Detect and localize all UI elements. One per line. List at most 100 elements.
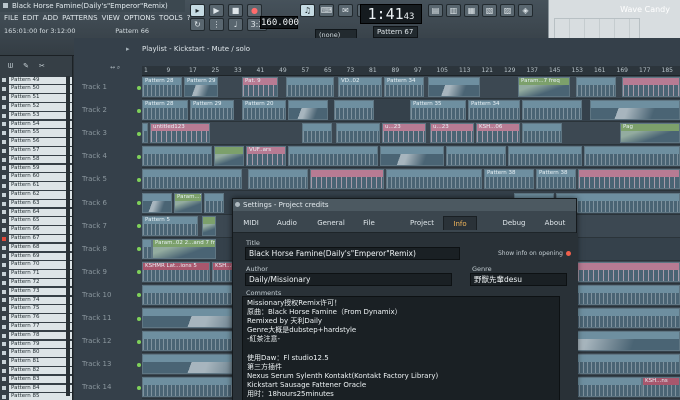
pattern-list-item[interactable]: Pattern 57 xyxy=(0,146,72,155)
pattern-clip[interactable]: VD..02 xyxy=(338,77,382,98)
pattern-list-item[interactable]: Pattern 83 xyxy=(0,375,72,384)
pattern-clip[interactable] xyxy=(522,123,562,144)
playlist-view-icon[interactable]: ▤ xyxy=(428,4,443,17)
pattern-list-item[interactable]: Pattern 53 xyxy=(0,111,72,120)
mixer-view-icon[interactable]: ▧ xyxy=(482,4,497,17)
track-header[interactable]: Track 2 xyxy=(82,99,142,122)
pattern-list-item[interactable]: Pattern 60 xyxy=(0,173,72,182)
menu-edit[interactable]: EDIT xyxy=(22,14,38,22)
pattern-clip[interactable] xyxy=(380,146,444,167)
pattern-list-item[interactable]: Pattern 71 xyxy=(0,270,72,279)
pattern-clip[interactable] xyxy=(590,100,680,121)
track-mute-icon[interactable] xyxy=(137,293,141,298)
pattern-clip[interactable]: Param...7 freq xyxy=(174,192,202,213)
menu-add[interactable]: ADD xyxy=(43,14,59,22)
track-mute-icon[interactable] xyxy=(137,385,141,390)
track-mute-icon[interactable] xyxy=(137,131,141,136)
menu-file[interactable]: FILE xyxy=(4,14,18,22)
pattern-clip[interactable] xyxy=(578,169,680,190)
plugin-icon[interactable]: ◈ xyxy=(518,4,533,17)
track-lane[interactable]: VUF..ars xyxy=(142,145,680,169)
pattern-list-item[interactable]: Pattern 64 xyxy=(0,208,72,217)
pattern-clip[interactable]: Pattern 38 xyxy=(536,169,576,190)
pattern-list-item[interactable]: Pattern 79 xyxy=(0,340,72,349)
track-mute-icon[interactable] xyxy=(137,108,141,113)
pattern-clip[interactable]: u...23 xyxy=(430,123,474,144)
pattern-clip[interactable] xyxy=(508,146,582,167)
track-header[interactable]: Track 7 xyxy=(82,215,142,238)
track-mute-icon[interactable] xyxy=(137,316,141,321)
pattern-clip[interactable] xyxy=(142,238,152,259)
pattern-list-item[interactable]: Pattern 74 xyxy=(0,296,72,305)
piano-roll-icon[interactable]: ▥ xyxy=(446,4,461,17)
pattern-list-item[interactable]: Pattern 80 xyxy=(0,349,72,358)
pattern-clip[interactable]: Pattern 28 xyxy=(142,77,182,98)
track-header[interactable]: Track 3 xyxy=(82,122,142,145)
menu-view[interactable]: VIEW xyxy=(102,14,120,22)
pattern-clip[interactable]: Param..02 2...and 7 freq xyxy=(152,238,216,259)
pattern-clip[interactable] xyxy=(334,100,374,121)
track-mute-icon[interactable] xyxy=(137,177,141,182)
pattern-clip[interactable]: Pat. 9 xyxy=(242,77,278,98)
pattern-clip[interactable] xyxy=(142,146,212,167)
author-field[interactable]: Daily/Missionary xyxy=(245,273,452,286)
track-lane[interactable]: Pattern 28 Pattern 29 Pattern 20 Pattern 35… xyxy=(142,99,680,123)
channel-rack-icon[interactable]: ▦ xyxy=(464,4,479,17)
pencil-icon[interactable]: ✎ xyxy=(23,62,29,70)
track-header[interactable]: Track 13 xyxy=(82,353,142,376)
pattern-clip[interactable]: Param...7 freq xyxy=(518,77,570,98)
pattern-list-item[interactable]: Pattern 56 xyxy=(0,138,72,147)
pattern-clip[interactable] xyxy=(286,77,334,98)
comments-field[interactable]: Missionary授权Remix许可！ 原曲：Black Horse Fami… xyxy=(242,296,560,400)
pattern-list-item[interactable]: Pattern 85 xyxy=(0,393,72,400)
track-lane[interactable]: untitled123 u...23 u...23 KSH...06 Pag xyxy=(142,122,680,146)
pattern-clip[interactable]: Pattern 34 xyxy=(384,77,424,98)
pattern-list-item[interactable]: Pattern 76 xyxy=(0,314,72,323)
pattern-clip[interactable]: Pattern 29 xyxy=(190,100,234,121)
pattern-list-item[interactable]: Pattern 61 xyxy=(0,182,72,191)
pattern-clip[interactable]: Pattern 38 xyxy=(484,169,534,190)
pattern-clip[interactable]: KSH...ns xyxy=(642,377,680,398)
tab-audio[interactable]: Audio xyxy=(273,216,301,230)
pattern-clip[interactable] xyxy=(446,146,506,167)
stop-button[interactable]: ■ xyxy=(228,4,243,17)
playlist-zoom-tools[interactable]: ↔ ⌕ xyxy=(110,64,120,72)
pattern-clip[interactable] xyxy=(622,77,680,98)
pattern-clip[interactable] xyxy=(522,100,582,121)
pattern-list-item[interactable]: Pattern 69 xyxy=(0,252,72,261)
pattern-clip[interactable]: Pattern 29 xyxy=(184,77,218,98)
pattern-list-item[interactable]: Pattern 78 xyxy=(0,331,72,340)
pattern-list-item[interactable]: Pattern 72 xyxy=(0,278,72,287)
track-mute-icon[interactable] xyxy=(137,270,141,275)
track-header[interactable]: Track 9 xyxy=(82,261,142,284)
track-mute-icon[interactable] xyxy=(137,224,141,229)
track-mute-icon[interactable] xyxy=(137,247,141,252)
tab-debug[interactable]: Debug xyxy=(499,216,529,230)
pattern-list-item[interactable]: Pattern 65 xyxy=(0,217,72,226)
pattern-clip[interactable]: VUF..ars xyxy=(246,146,286,167)
tab-midi[interactable]: MIDI xyxy=(239,216,263,230)
pattern-clip[interactable]: Pag xyxy=(620,123,680,144)
pattern-clip[interactable] xyxy=(202,215,216,236)
pattern-clip[interactable] xyxy=(214,146,244,167)
track-header[interactable]: Track 10 xyxy=(82,284,142,307)
tab-info[interactable]: Info xyxy=(443,216,477,230)
track-header[interactable]: Track 11 xyxy=(82,307,142,330)
pattern-list-item[interactable]: Pattern 59 xyxy=(0,164,72,173)
pattern-list-item[interactable]: Pattern 82 xyxy=(0,366,72,375)
pattern-clip[interactable] xyxy=(336,123,380,144)
track-lane[interactable]: Pattern 38 Pattern 38 xyxy=(142,168,680,192)
magnet-icon[interactable]: ᗯ xyxy=(8,62,13,71)
pattern-clip[interactable] xyxy=(310,169,384,190)
track-mute-icon[interactable] xyxy=(137,85,141,90)
pattern-clip[interactable]: Pattern 20 xyxy=(242,100,286,121)
track-header[interactable]: Track 5 xyxy=(82,168,142,191)
pattern-list-item[interactable]: Pattern 81 xyxy=(0,358,72,367)
pattern-clip[interactable] xyxy=(142,192,172,213)
genre-field[interactable]: 野獸先輩desu xyxy=(470,273,567,286)
timeline-ruler[interactable]: 1 17 33 49 65 81 97 113 129 145 161 177 9 25 41 57 73 89 1… xyxy=(142,66,680,76)
show-info-toggle[interactable]: Show info on opening xyxy=(498,250,571,257)
pattern-list-item[interactable]: Pattern 67 xyxy=(0,234,72,243)
track-mute-icon[interactable] xyxy=(137,201,141,206)
pattern-clip[interactable] xyxy=(576,77,616,98)
